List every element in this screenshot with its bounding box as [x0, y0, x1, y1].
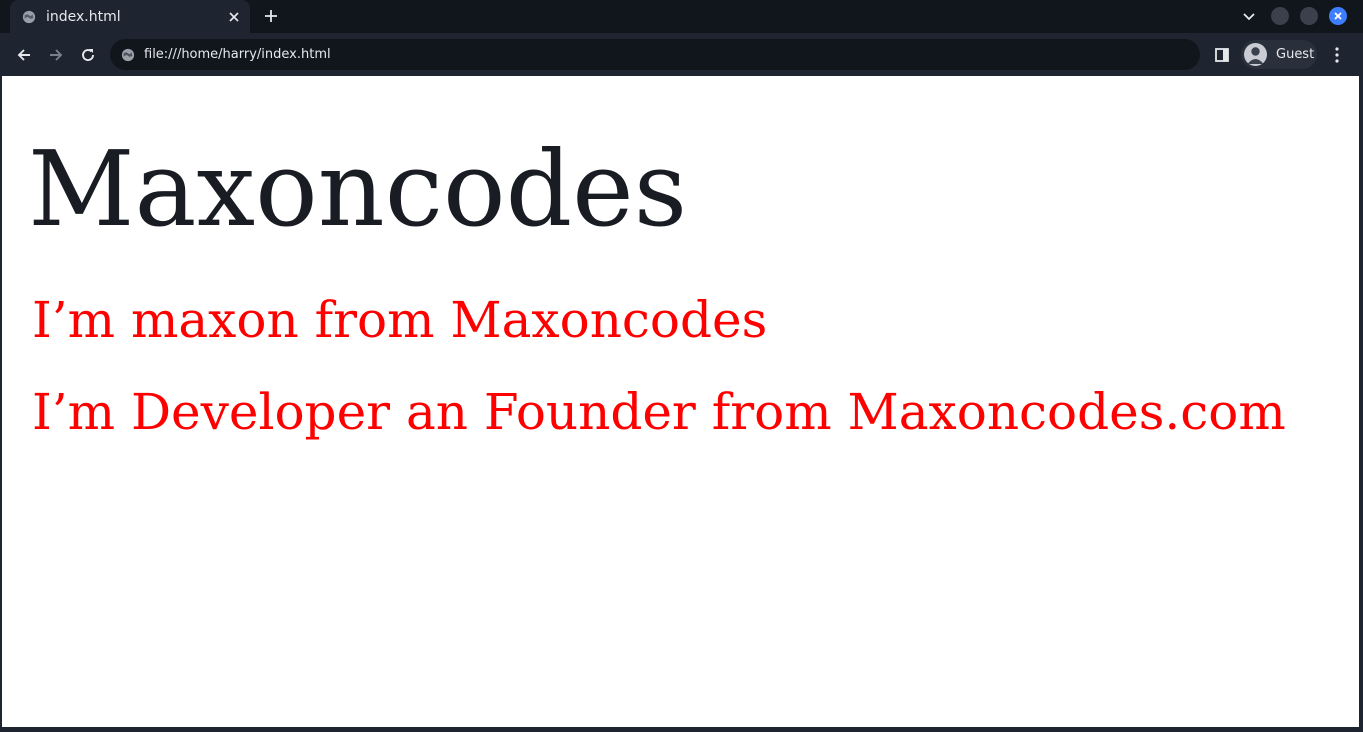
profile-button[interactable]: Guest	[1241, 40, 1317, 69]
more-vertical-icon	[1335, 47, 1339, 63]
address-bar[interactable]: file:///home/harry/index.html	[110, 39, 1200, 70]
chevron-down-icon	[1243, 13, 1255, 21]
page-heading: Maxoncodes	[28, 128, 688, 250]
minimize-button[interactable]	[1271, 7, 1289, 25]
new-tab-button[interactable]	[262, 7, 280, 25]
arrow-left-icon	[17, 49, 30, 61]
intro-paragraph: I’m maxon from Maxoncodes	[32, 291, 768, 349]
close-icon	[1334, 12, 1342, 20]
profile-label: Guest	[1276, 47, 1315, 62]
browser-menu-button[interactable]	[1328, 45, 1346, 65]
forward-button[interactable]	[45, 44, 67, 66]
tab-title: index.html	[46, 8, 121, 25]
globe-icon	[22, 10, 36, 23]
tab-strip: index.html	[0, 0, 1363, 33]
close-tab-icon[interactable]	[226, 9, 242, 25]
plus-icon	[265, 10, 277, 22]
maximize-button[interactable]	[1300, 7, 1318, 25]
side-panel-icon	[1215, 48, 1229, 62]
person-icon	[1247, 47, 1264, 64]
avatar	[1244, 43, 1267, 66]
role-paragraph: I’m Developer an Founder from Maxoncodes…	[32, 383, 1286, 441]
browser-toolbar: file:///home/harry/index.html Guest	[0, 33, 1363, 76]
back-button[interactable]	[13, 44, 35, 66]
reload-icon	[82, 49, 94, 61]
url-text: file:///home/harry/index.html	[144, 47, 331, 62]
side-panel-button[interactable]	[1212, 45, 1232, 65]
arrow-right-icon	[50, 49, 63, 61]
reload-button[interactable]	[77, 44, 99, 66]
tab-search-button[interactable]	[1240, 8, 1258, 26]
page-viewport: Maxoncodes I’m maxon from Maxoncodes I’m…	[2, 76, 1359, 727]
globe-icon	[121, 48, 135, 61]
window-close-button[interactable]	[1329, 7, 1347, 25]
browser-tab[interactable]: index.html	[10, 0, 250, 33]
